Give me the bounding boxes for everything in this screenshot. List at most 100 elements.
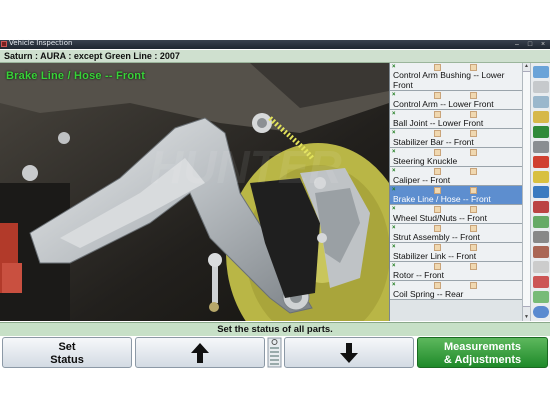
- status-mark-icon: ×: [392, 206, 396, 212]
- status-mark-icon: ×: [392, 225, 396, 231]
- status-box-icon: [470, 282, 477, 289]
- parts-list-scrollbar[interactable]: ▲ ▼: [522, 63, 530, 321]
- window-title-bar: Vehicle Inspection – □ ×: [0, 39, 550, 49]
- part-label: Caliper -- Front: [393, 175, 451, 185]
- arrow-up-icon: [191, 343, 209, 363]
- status-bar: Set the status of all parts.: [0, 322, 550, 336]
- arrow-down-icon: [340, 343, 358, 363]
- part-list-item[interactable]: × Caliper -- Front: [390, 167, 523, 186]
- bottom-margin: [0, 369, 550, 413]
- status-mark-icon: ×: [392, 187, 396, 193]
- measurements-label-1: Measurements: [443, 341, 522, 353]
- status-box-icon: [434, 225, 441, 232]
- tool-strip: [530, 63, 550, 321]
- status-box-icon: [434, 149, 441, 156]
- status-box-icon: [470, 263, 477, 270]
- target-icon[interactable]: [533, 81, 549, 93]
- maximize-icon[interactable]: □: [525, 41, 535, 48]
- suspension-photo-image: HUNTER: [0, 63, 389, 321]
- globe-icon[interactable]: [533, 306, 549, 318]
- status-box-icon: [470, 92, 477, 99]
- test-icon[interactable]: [533, 261, 549, 273]
- gauge-icon[interactable]: [533, 291, 549, 303]
- status-mark-icon: ×: [392, 282, 396, 288]
- part-label: Steering Knuckle: [393, 156, 458, 166]
- car-icon[interactable]: [533, 276, 549, 288]
- check-icon[interactable]: [533, 216, 549, 228]
- part-list-item[interactable]: × Stabilizer Bar -- Front: [390, 129, 523, 148]
- spec-icon[interactable]: [533, 141, 549, 153]
- vehicle-header: Saturn : AURA : except Green Line : 2007: [0, 50, 550, 63]
- status-mark-icon: ×: [392, 149, 396, 155]
- status-message: Set the status of all parts.: [217, 324, 333, 335]
- status-box-icon: [434, 130, 441, 137]
- status-box-icon: [434, 282, 441, 289]
- status-box-icon: [470, 225, 477, 232]
- status-mark-icon: ×: [392, 92, 396, 98]
- parts-list: × Control Arm Bushing -- Lower Front × Cont…: [389, 63, 523, 321]
- measurements-adjustments-button[interactable]: Measurements & Adjustments: [417, 337, 548, 368]
- tool-icon[interactable]: [533, 246, 549, 258]
- minimize-icon[interactable]: –: [512, 41, 522, 48]
- set-status-label-1: Set: [58, 341, 76, 353]
- part-list-item[interactable]: × Wheel Stud/Nuts -- Front: [390, 205, 523, 224]
- status-box-icon: [470, 111, 477, 118]
- measurements-label-2: & Adjustments: [443, 354, 522, 366]
- svg-text:HUNTER: HUNTER: [150, 141, 342, 193]
- document-icon[interactable]: [533, 111, 549, 123]
- set-status-label-2: Status: [50, 354, 84, 366]
- part-list-item[interactable]: × Coil Spring -- Rear: [390, 281, 523, 300]
- part-label: Wheel Stud/Nuts -- Front: [393, 213, 488, 223]
- help-icon[interactable]: [533, 66, 549, 78]
- scroll-up-icon[interactable]: ▲: [523, 63, 530, 70]
- status-box-icon: [434, 263, 441, 270]
- info-icon[interactable]: [533, 186, 549, 198]
- status-box-icon: [434, 187, 441, 194]
- status-box-icon: [470, 187, 477, 194]
- alert-icon[interactable]: [533, 156, 549, 168]
- set-status-button[interactable]: Set Status: [2, 337, 132, 368]
- part-list-item[interactable]: × Brake Line / Hose -- Front: [390, 186, 523, 205]
- camera-icon[interactable]: [533, 231, 549, 243]
- part-list-item[interactable]: × Control Arm -- Lower Front: [390, 91, 523, 110]
- stop-icon[interactable]: [533, 201, 549, 213]
- next-part-button[interactable]: [284, 337, 414, 368]
- status-box-icon: [434, 111, 441, 118]
- status-mark-icon: ×: [392, 244, 396, 250]
- status-box-icon: [434, 206, 441, 213]
- status-box-icon: [470, 244, 477, 251]
- vehicle-label: Saturn : AURA : except Green Line : 2007: [4, 51, 180, 61]
- photo-caption: Brake Line / Hose -- Front: [6, 70, 146, 82]
- warning-icon[interactable]: [533, 171, 549, 183]
- part-label: Control Arm -- Lower Front: [393, 99, 494, 109]
- status-box-icon: [470, 206, 477, 213]
- part-list-item[interactable]: × Strut Assembly -- Front: [390, 224, 523, 243]
- status-mark-icon: ×: [392, 130, 396, 136]
- status-mark-icon: ×: [392, 263, 396, 269]
- part-list-item[interactable]: × Ball Joint -- Lower Front: [390, 110, 523, 129]
- part-label: Strut Assembly -- Front: [393, 232, 480, 242]
- previous-part-button[interactable]: [135, 337, 265, 368]
- part-label: Brake Line / Hose -- Front: [393, 194, 491, 204]
- part-list-item[interactable]: × Stabilizer Link -- Front: [390, 243, 523, 262]
- status-box-icon: [470, 168, 477, 175]
- part-label: Stabilizer Link -- Front: [393, 251, 477, 261]
- part-list-item[interactable]: × Steering Knuckle: [390, 148, 523, 167]
- status-box-icon: [434, 92, 441, 99]
- wheel-icon[interactable]: [533, 126, 549, 138]
- part-label: Stabilizer Bar -- Front: [393, 137, 474, 147]
- printer-icon[interactable]: [533, 96, 549, 108]
- part-list-item[interactable]: × Rotor -- Front: [390, 262, 523, 281]
- part-list-item[interactable]: × Control Arm Bushing -- Lower Front: [390, 63, 523, 91]
- status-mark-icon: ×: [392, 111, 396, 117]
- suspension-photo: HUNTER Brake Line / Hose -- Front: [0, 63, 389, 321]
- page-indicator-icon: [267, 337, 282, 368]
- part-label: Coil Spring -- Rear: [393, 289, 464, 299]
- status-box-icon: [470, 149, 477, 156]
- scrollbar-thumb[interactable]: [523, 71, 530, 307]
- status-box-icon: [470, 130, 477, 137]
- scroll-down-icon[interactable]: ▼: [523, 314, 530, 321]
- status-mark-icon: ×: [392, 168, 396, 174]
- window-title: Vehicle Inspection: [9, 39, 73, 47]
- close-icon[interactable]: ×: [538, 41, 548, 48]
